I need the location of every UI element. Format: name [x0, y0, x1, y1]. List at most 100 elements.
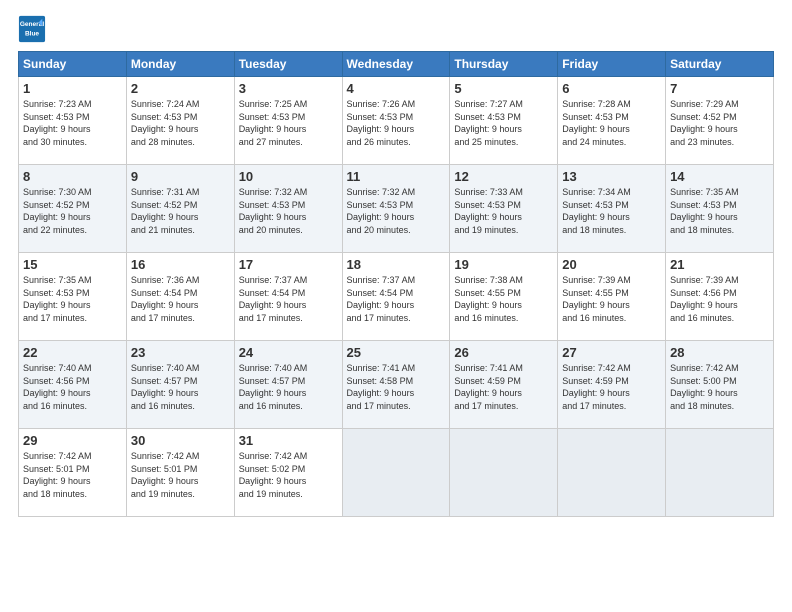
- day-info: Sunrise: 7:39 AMSunset: 4:55 PMDaylight:…: [562, 274, 661, 324]
- day-info: Sunrise: 7:37 AMSunset: 4:54 PMDaylight:…: [239, 274, 338, 324]
- day-number: 19: [454, 257, 553, 272]
- day-number: 24: [239, 345, 338, 360]
- day-number: 17: [239, 257, 338, 272]
- calendar-week-row: 22 Sunrise: 7:40 AMSunset: 4:56 PMDayligh…: [19, 341, 774, 429]
- day-number: 11: [347, 169, 446, 184]
- day-info: Sunrise: 7:26 AMSunset: 4:53 PMDaylight:…: [347, 98, 446, 148]
- calendar-day-cell: 28 Sunrise: 7:42 AMSunset: 5:00 PMDayligh…: [666, 341, 774, 429]
- calendar-body: 1Sunrise: 7:23 AMSunset: 4:53 PMDaylight…: [19, 77, 774, 517]
- day-number: 23: [131, 345, 230, 360]
- day-number: 8: [23, 169, 122, 184]
- day-info: Sunrise: 7:25 AMSunset: 4:53 PMDaylight:…: [239, 98, 338, 148]
- day-info: Sunrise: 7:37 AMSunset: 4:54 PMDaylight:…: [347, 274, 446, 324]
- calendar-day-cell: 6 Sunrise: 7:28 AMSunset: 4:53 PMDaylight…: [558, 77, 666, 165]
- day-info: Sunrise: 7:33 AMSunset: 4:53 PMDaylight:…: [454, 186, 553, 236]
- day-number: 4: [347, 81, 446, 96]
- day-number: 28: [670, 345, 769, 360]
- day-info: Sunrise: 7:35 AMSunset: 4:53 PMDaylight:…: [670, 186, 769, 236]
- day-info: Sunrise: 7:23 AMSunset: 4:53 PMDaylight:…: [23, 98, 122, 148]
- day-info: Sunrise: 7:28 AMSunset: 4:53 PMDaylight:…: [562, 98, 661, 148]
- weekday-header-cell: Monday: [126, 52, 234, 77]
- day-info: Sunrise: 7:40 AMSunset: 4:57 PMDaylight:…: [239, 362, 338, 412]
- day-info: Sunrise: 7:24 AMSunset: 4:53 PMDaylight:…: [131, 98, 230, 148]
- weekday-header-cell: Wednesday: [342, 52, 450, 77]
- day-number: 14: [670, 169, 769, 184]
- logo: General Blue: [18, 15, 50, 43]
- calendar-day-cell: 16 Sunrise: 7:36 AMSunset: 4:54 PMDayligh…: [126, 253, 234, 341]
- weekday-header-cell: Tuesday: [234, 52, 342, 77]
- day-info: Sunrise: 7:35 AMSunset: 4:53 PMDaylight:…: [23, 274, 122, 324]
- calendar-day-cell: 23 Sunrise: 7:40 AMSunset: 4:57 PMDayligh…: [126, 341, 234, 429]
- calendar-table: SundayMondayTuesdayWednesdayThursdayFrid…: [18, 51, 774, 517]
- day-info: Sunrise: 7:32 AMSunset: 4:53 PMDaylight:…: [347, 186, 446, 236]
- calendar-week-row: 1Sunrise: 7:23 AMSunset: 4:53 PMDaylight…: [19, 77, 774, 165]
- calendar-day-cell: 8 Sunrise: 7:30 AMSunset: 4:52 PMDaylight…: [19, 165, 127, 253]
- calendar-day-cell: 10 Sunrise: 7:32 AMSunset: 4:53 PMDayligh…: [234, 165, 342, 253]
- weekday-header-cell: Thursday: [450, 52, 558, 77]
- calendar-day-cell: 15 Sunrise: 7:35 AMSunset: 4:53 PMDayligh…: [19, 253, 127, 341]
- calendar-day-cell: 3 Sunrise: 7:25 AMSunset: 4:53 PMDaylight…: [234, 77, 342, 165]
- day-number: 25: [347, 345, 446, 360]
- calendar-day-cell: 29 Sunrise: 7:42 AMSunset: 5:01 PMDayligh…: [19, 429, 127, 517]
- day-number: 6: [562, 81, 661, 96]
- day-number: 26: [454, 345, 553, 360]
- calendar-container: General Blue SundayMondayTuesdayWednesda…: [0, 0, 792, 527]
- calendar-day-cell: 25Sunrise: 7:41 AMSunset: 4:58 PMDayligh…: [342, 341, 450, 429]
- calendar-day-cell: 21Sunrise: 7:39 AMSunset: 4:56 PMDayligh…: [666, 253, 774, 341]
- day-number: 18: [347, 257, 446, 272]
- logo-icon: General Blue: [18, 15, 46, 43]
- weekday-header-cell: Friday: [558, 52, 666, 77]
- day-info: Sunrise: 7:40 AMSunset: 4:57 PMDaylight:…: [131, 362, 230, 412]
- calendar-day-cell: 20 Sunrise: 7:39 AMSunset: 4:55 PMDayligh…: [558, 253, 666, 341]
- calendar-day-cell: [342, 429, 450, 517]
- day-number: 3: [239, 81, 338, 96]
- calendar-day-cell: 26Sunrise: 7:41 AMSunset: 4:59 PMDayligh…: [450, 341, 558, 429]
- weekday-header-cell: Sunday: [19, 52, 127, 77]
- calendar-day-cell: 7 Sunrise: 7:29 AMSunset: 4:52 PMDaylight…: [666, 77, 774, 165]
- day-number: 29: [23, 433, 122, 448]
- day-info: Sunrise: 7:29 AMSunset: 4:52 PMDaylight:…: [670, 98, 769, 148]
- day-number: 10: [239, 169, 338, 184]
- header: General Blue: [18, 15, 774, 43]
- day-number: 12: [454, 169, 553, 184]
- weekday-header-cell: Saturday: [666, 52, 774, 77]
- day-info: Sunrise: 7:30 AMSunset: 4:52 PMDaylight:…: [23, 186, 122, 236]
- calendar-day-cell: 11 Sunrise: 7:32 AMSunset: 4:53 PMDayligh…: [342, 165, 450, 253]
- calendar-day-cell: 27 Sunrise: 7:42 AMSunset: 4:59 PMDayligh…: [558, 341, 666, 429]
- day-info: Sunrise: 7:42 AMSunset: 5:01 PMDaylight:…: [23, 450, 122, 500]
- day-number: 30: [131, 433, 230, 448]
- weekday-header-row: SundayMondayTuesdayWednesdayThursdayFrid…: [19, 52, 774, 77]
- day-info: Sunrise: 7:39 AMSunset: 4:56 PMDaylight:…: [670, 274, 769, 324]
- day-number: 16: [131, 257, 230, 272]
- day-info: Sunrise: 7:38 AMSunset: 4:55 PMDaylight:…: [454, 274, 553, 324]
- day-number: 7: [670, 81, 769, 96]
- day-info: Sunrise: 7:34 AMSunset: 4:53 PMDaylight:…: [562, 186, 661, 236]
- calendar-week-row: 8 Sunrise: 7:30 AMSunset: 4:52 PMDaylight…: [19, 165, 774, 253]
- calendar-day-cell: 13 Sunrise: 7:34 AMSunset: 4:53 PMDayligh…: [558, 165, 666, 253]
- day-number: 31: [239, 433, 338, 448]
- calendar-day-cell: 4 Sunrise: 7:26 AMSunset: 4:53 PMDaylight…: [342, 77, 450, 165]
- day-number: 13: [562, 169, 661, 184]
- calendar-day-cell: 9Sunrise: 7:31 AMSunset: 4:52 PMDaylight…: [126, 165, 234, 253]
- day-info: Sunrise: 7:42 AMSunset: 5:00 PMDaylight:…: [670, 362, 769, 412]
- calendar-day-cell: 31 Sunrise: 7:42 AMSunset: 5:02 PMDayligh…: [234, 429, 342, 517]
- calendar-week-row: 29 Sunrise: 7:42 AMSunset: 5:01 PMDayligh…: [19, 429, 774, 517]
- calendar-day-cell: 19 Sunrise: 7:38 AMSunset: 4:55 PMDayligh…: [450, 253, 558, 341]
- day-info: Sunrise: 7:42 AMSunset: 5:02 PMDaylight:…: [239, 450, 338, 500]
- day-number: 20: [562, 257, 661, 272]
- day-info: Sunrise: 7:40 AMSunset: 4:56 PMDaylight:…: [23, 362, 122, 412]
- calendar-day-cell: 30Sunrise: 7:42 AMSunset: 5:01 PMDayligh…: [126, 429, 234, 517]
- day-number: 27: [562, 345, 661, 360]
- calendar-day-cell: 14 Sunrise: 7:35 AMSunset: 4:53 PMDayligh…: [666, 165, 774, 253]
- calendar-day-cell: [450, 429, 558, 517]
- calendar-day-cell: [666, 429, 774, 517]
- day-info: Sunrise: 7:42 AMSunset: 4:59 PMDaylight:…: [562, 362, 661, 412]
- calendar-week-row: 15 Sunrise: 7:35 AMSunset: 4:53 PMDayligh…: [19, 253, 774, 341]
- calendar-day-cell: 17 Sunrise: 7:37 AMSunset: 4:54 PMDayligh…: [234, 253, 342, 341]
- calendar-day-cell: 12 Sunrise: 7:33 AMSunset: 4:53 PMDayligh…: [450, 165, 558, 253]
- day-info: Sunrise: 7:36 AMSunset: 4:54 PMDaylight:…: [131, 274, 230, 324]
- day-number: 22: [23, 345, 122, 360]
- calendar-day-cell: 1Sunrise: 7:23 AMSunset: 4:53 PMDaylight…: [19, 77, 127, 165]
- day-number: 15: [23, 257, 122, 272]
- day-info: Sunrise: 7:32 AMSunset: 4:53 PMDaylight:…: [239, 186, 338, 236]
